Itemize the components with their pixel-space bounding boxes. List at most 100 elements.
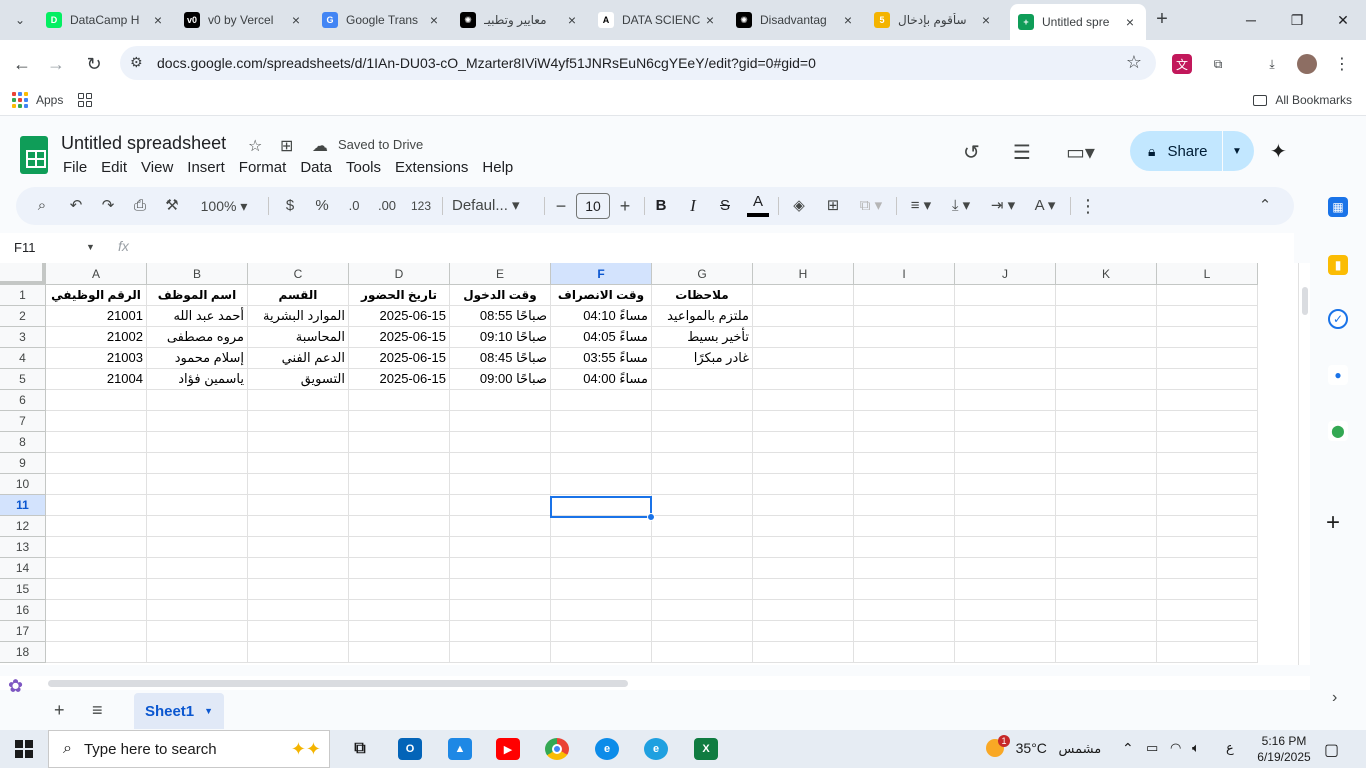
copilot-spark-icon[interactable]: ✦✦ bbox=[291, 739, 321, 760]
cell-c18[interactable] bbox=[248, 642, 349, 663]
star-icon[interactable]: ☆ bbox=[248, 136, 262, 156]
browser-tab[interactable]: + Untitled spre × bbox=[1010, 4, 1146, 40]
menu-edit[interactable]: Edit bbox=[94, 157, 134, 178]
text-rotation-icon[interactable]: A ▾ bbox=[1028, 187, 1062, 225]
cell-d9[interactable] bbox=[349, 453, 450, 474]
get-addons-icon[interactable]: + bbox=[1326, 509, 1340, 537]
cell-d15[interactable] bbox=[349, 579, 450, 600]
keep-icon[interactable]: ▮ bbox=[1328, 255, 1348, 275]
cell-g6[interactable] bbox=[652, 390, 753, 411]
cell-a11[interactable] bbox=[46, 495, 147, 516]
vertical-scroll-thumb[interactable] bbox=[1302, 287, 1308, 315]
cell-l8[interactable] bbox=[1157, 432, 1258, 453]
cell-h18[interactable] bbox=[753, 642, 854, 663]
row-header[interactable]: 9 bbox=[0, 453, 46, 474]
cell-c17[interactable] bbox=[248, 621, 349, 642]
cell-b9[interactable] bbox=[147, 453, 248, 474]
forward-button[interactable]: → bbox=[42, 50, 70, 78]
cell-j9[interactable] bbox=[955, 453, 1056, 474]
cell-i12[interactable] bbox=[854, 516, 955, 537]
cell-b7[interactable] bbox=[147, 411, 248, 432]
cell-e18[interactable] bbox=[450, 642, 551, 663]
cell-b10[interactable] bbox=[147, 474, 248, 495]
cell-b13[interactable] bbox=[147, 537, 248, 558]
cell-h9[interactable] bbox=[753, 453, 854, 474]
cell-d13[interactable] bbox=[349, 537, 450, 558]
profile-avatar[interactable] bbox=[1297, 54, 1317, 74]
decrease-font-size-button[interactable]: − bbox=[552, 187, 570, 225]
cell-h16[interactable] bbox=[753, 600, 854, 621]
cell-e6[interactable] bbox=[450, 390, 551, 411]
cell-i17[interactable] bbox=[854, 621, 955, 642]
start-icon[interactable] bbox=[15, 740, 33, 758]
menu-tools[interactable]: Tools bbox=[339, 157, 388, 178]
horizontal-scroll-thumb[interactable] bbox=[48, 680, 628, 687]
cell-a15[interactable] bbox=[46, 579, 147, 600]
cell-f10[interactable] bbox=[551, 474, 652, 495]
cell-k16[interactable] bbox=[1056, 600, 1157, 621]
cell-h12[interactable] bbox=[753, 516, 854, 537]
cell-c4[interactable]: الدعم الفني bbox=[248, 348, 349, 369]
print-icon[interactable]: ⎙ bbox=[128, 187, 152, 225]
column-header-h[interactable]: H bbox=[753, 263, 854, 285]
cell-a18[interactable] bbox=[46, 642, 147, 663]
cell-d11[interactable] bbox=[349, 495, 450, 516]
browser-tab[interactable]: A DATA SCIENC × bbox=[590, 6, 726, 34]
address-bar[interactable]: ⚙ docs.google.com/spreadsheets/d/1IAn-DU… bbox=[120, 46, 1156, 80]
cell-l13[interactable] bbox=[1157, 537, 1258, 558]
row-header[interactable]: 8 bbox=[0, 432, 46, 453]
zoom-select[interactable]: 100% ▾ bbox=[194, 187, 254, 225]
minimize-button[interactable]: ─ bbox=[1228, 6, 1274, 34]
cell-f14[interactable] bbox=[551, 558, 652, 579]
close-tab-icon[interactable]: × bbox=[564, 12, 580, 28]
merge-cells-icon[interactable]: ⧉ ▾ bbox=[854, 187, 888, 225]
sheet-tab[interactable]: Sheet1 ▼ bbox=[134, 693, 224, 729]
collapse-toolbar-icon[interactable]: ⌃ bbox=[1254, 187, 1276, 225]
cell-i1[interactable] bbox=[854, 285, 955, 306]
fill-handle[interactable] bbox=[647, 513, 655, 521]
cell-i10[interactable] bbox=[854, 474, 955, 495]
cell-d16[interactable] bbox=[349, 600, 450, 621]
cell-g10[interactable] bbox=[652, 474, 753, 495]
weather-widget[interactable]: 1 35°C مشمس bbox=[986, 735, 1101, 759]
cell-f2[interactable]: 04:10 مساءً bbox=[551, 306, 652, 327]
bold-icon[interactable]: B bbox=[652, 187, 670, 225]
gemini-spark-icon[interactable]: ✦ bbox=[1270, 139, 1287, 164]
cell-c8[interactable] bbox=[248, 432, 349, 453]
cell-e13[interactable] bbox=[450, 537, 551, 558]
close-tab-icon[interactable]: × bbox=[840, 12, 856, 28]
close-tab-icon[interactable]: × bbox=[1122, 14, 1138, 30]
cell-f16[interactable] bbox=[551, 600, 652, 621]
cell-h10[interactable] bbox=[753, 474, 854, 495]
cell-c6[interactable] bbox=[248, 390, 349, 411]
cell-l7[interactable] bbox=[1157, 411, 1258, 432]
cell-c9[interactable] bbox=[248, 453, 349, 474]
cell-k11[interactable] bbox=[1056, 495, 1157, 516]
meet-video-icon[interactable]: ▭▾ bbox=[1066, 140, 1095, 165]
name-box[interactable]: F11 bbox=[14, 240, 35, 255]
redo-icon[interactable]: ↷ bbox=[96, 187, 120, 225]
currency-format-button[interactable]: $ bbox=[280, 187, 300, 225]
cell-a5[interactable]: 21004 bbox=[46, 369, 147, 390]
cell-k5[interactable] bbox=[1056, 369, 1157, 390]
cell-j14[interactable] bbox=[955, 558, 1056, 579]
cell-h13[interactable] bbox=[753, 537, 854, 558]
back-button[interactable]: ← bbox=[8, 50, 36, 78]
all-bookmarks[interactable]: All Bookmarks bbox=[1253, 93, 1352, 107]
cell-a7[interactable] bbox=[46, 411, 147, 432]
cell-e2[interactable]: 08:55 صباحًا bbox=[450, 306, 551, 327]
notifications-icon[interactable]: ▢ bbox=[1324, 740, 1339, 760]
cell-e15[interactable] bbox=[450, 579, 551, 600]
tab-groups-icon[interactable] bbox=[78, 93, 92, 107]
cell-i7[interactable] bbox=[854, 411, 955, 432]
cell-a12[interactable] bbox=[46, 516, 147, 537]
cell-i8[interactable] bbox=[854, 432, 955, 453]
sheets-logo-icon[interactable] bbox=[20, 136, 48, 174]
cell-l14[interactable] bbox=[1157, 558, 1258, 579]
cell-i18[interactable] bbox=[854, 642, 955, 663]
row-header[interactable]: 10 bbox=[0, 474, 46, 495]
cell-a16[interactable] bbox=[46, 600, 147, 621]
cell-h4[interactable] bbox=[753, 348, 854, 369]
cell-b2[interactable]: أحمد عبد الله bbox=[147, 306, 248, 327]
cell-d7[interactable] bbox=[349, 411, 450, 432]
